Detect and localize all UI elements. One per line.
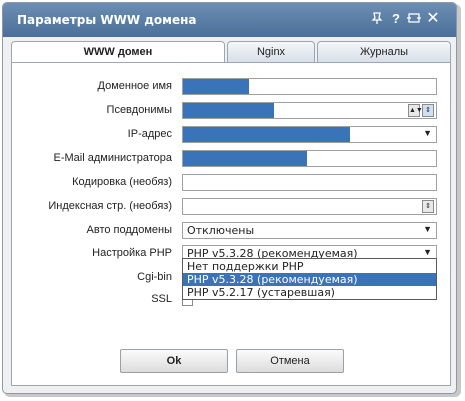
php-settings-label: Настройка PHP (92, 247, 172, 259)
index-page-field[interactable]: ⇕ (182, 198, 437, 215)
help-icon[interactable]: ? (388, 11, 404, 27)
close-icon[interactable]: ✕ (425, 11, 441, 27)
aliases-sort-icon[interactable]: ⇕ (422, 104, 434, 117)
encoding-field[interactable] (182, 174, 437, 191)
aliases-field[interactable]: ▲▼ ⇕ (182, 102, 437, 119)
index-page-label: Индексная стр. (необяз) (48, 200, 172, 212)
ip-address-label: IP-адрес (127, 128, 172, 140)
admin-email-field[interactable] (182, 150, 437, 167)
tab-nginx[interactable]: Nginx (227, 41, 315, 63)
aliases-value-fill (183, 103, 275, 118)
chevron-down-icon: ▼ (423, 224, 432, 234)
aliases-label: Псевдонимы (106, 104, 172, 116)
ok-button[interactable]: Ok (120, 349, 228, 373)
encoding-label: Кодировка (необяз) (72, 176, 172, 188)
php-option-5-3-28[interactable]: PHP v5.3.28 (рекомендуемая) (183, 273, 436, 286)
dialog-title: Параметры WWW домена (17, 13, 197, 27)
ip-address-value-fill (183, 127, 350, 142)
ip-address-select[interactable]: ▼ (182, 126, 437, 143)
domain-settings-dialog: Параметры WWW домена ? ✕ WWW домен Nginx… (2, 2, 457, 394)
domain-name-value-fill (183, 79, 249, 94)
domain-name-label: Доменное имя (97, 80, 172, 92)
cancel-button[interactable]: Отмена (236, 349, 344, 373)
admin-email-label: E-Mail администратора (53, 152, 173, 164)
admin-email-value-fill (183, 151, 307, 166)
title-bar[interactable]: Параметры WWW домена ? ✕ (3, 3, 456, 37)
domain-name-field[interactable] (182, 78, 437, 95)
php-options-dropdown: Нет поддержки PHP PHP v5.3.28 (рекоменду… (182, 258, 437, 300)
tab-www-domain[interactable]: WWW домен (11, 41, 225, 64)
php-option-none[interactable]: Нет поддержки PHP (183, 260, 436, 273)
tab-bar: WWW домен Nginx Журналы (11, 41, 451, 64)
ssl-label: SSL (151, 293, 172, 305)
chevron-down-icon: ▼ (423, 128, 432, 138)
index-page-expand-icon[interactable]: ⇕ (422, 200, 434, 213)
pin-icon[interactable] (369, 11, 385, 27)
chevron-down-icon: ▼ (423, 247, 432, 257)
auto-subdomains-label: Авто поддомены (86, 224, 172, 236)
cgi-bin-label: Cgi-bin (137, 271, 172, 283)
collapse-icon[interactable] (406, 11, 422, 27)
tab-panel: Доменное имя Псевдонимы ▲▼ ⇕ IP-адрес ▼ … (11, 62, 451, 386)
auto-subdomains-select[interactable]: Отключены ▼ (182, 222, 437, 239)
php-option-5-2-17[interactable]: PHP v5.2.17 (устаревшая) (183, 286, 436, 299)
auto-subdomains-value: Отключены (187, 224, 255, 237)
tab-logs[interactable]: Журналы (317, 41, 451, 63)
aliases-expand-icon[interactable]: ▲▼ (408, 104, 423, 117)
